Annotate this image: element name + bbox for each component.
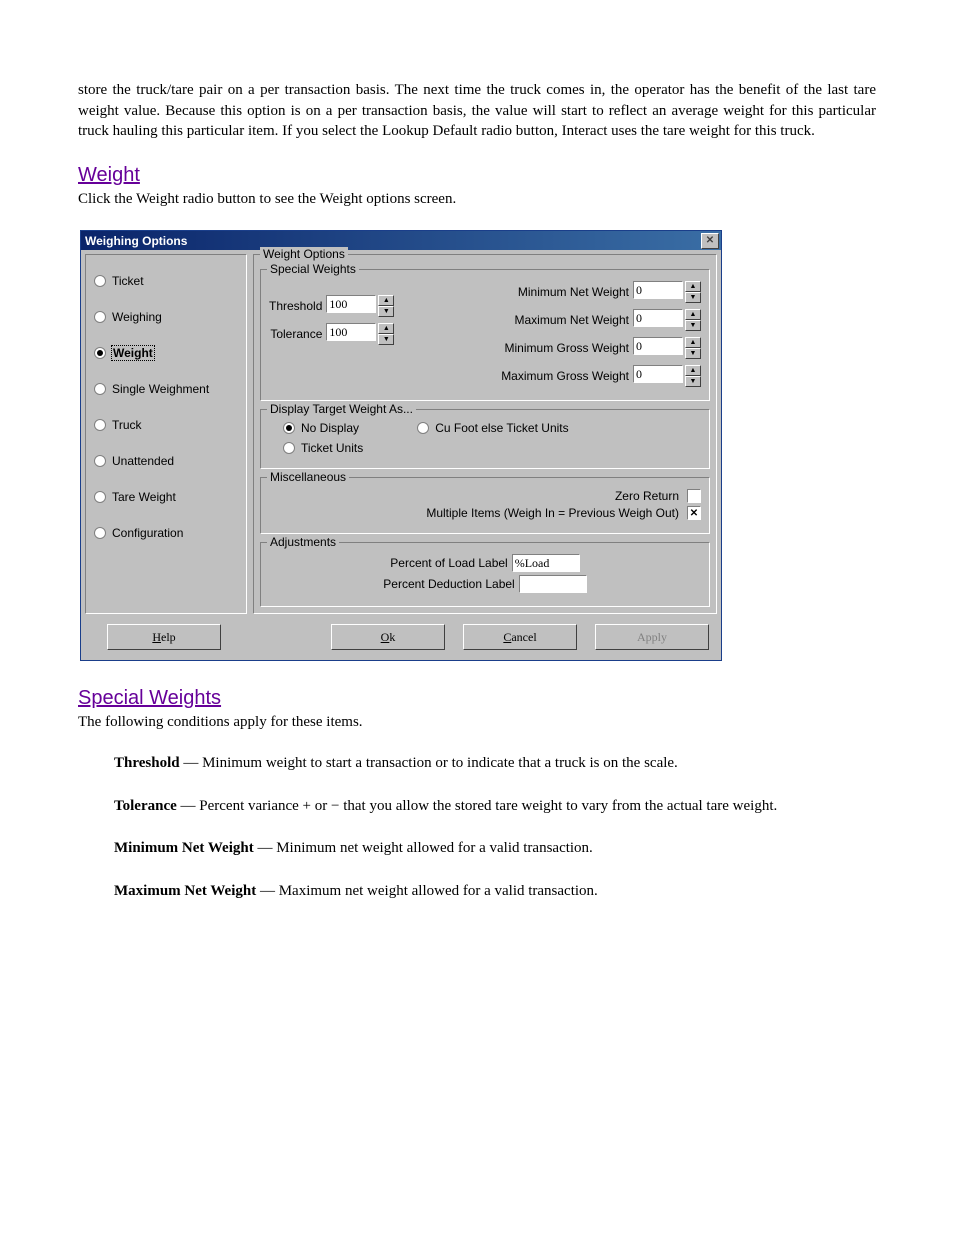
spin-up-icon[interactable]: ▲ bbox=[685, 309, 701, 320]
radio-no-display[interactable]: No Display bbox=[283, 421, 363, 435]
ok-button[interactable]: Ok bbox=[331, 624, 445, 650]
checkbox-zero-return[interactable] bbox=[687, 489, 701, 503]
heading-weight-sub: Click the Weight radio button to see the… bbox=[78, 191, 876, 208]
spin-down-icon[interactable]: ▼ bbox=[378, 306, 394, 317]
spin-up-icon[interactable]: ▲ bbox=[685, 337, 701, 348]
label-max-net: Maximum Net Weight bbox=[515, 313, 629, 327]
heading-special-sub: The following conditions apply for these… bbox=[78, 714, 876, 731]
label-pct-deduct: Percent Deduction Label bbox=[383, 577, 514, 591]
sidebar-item-unattended[interactable]: Unattended bbox=[94, 453, 238, 469]
radio-ticket-units[interactable]: Ticket Units bbox=[283, 441, 363, 455]
apply-button: Apply bbox=[595, 624, 709, 650]
group-miscellaneous: Miscellaneous Zero Return Multiple Items… bbox=[260, 477, 710, 534]
spin-down-icon[interactable]: ▼ bbox=[378, 334, 394, 345]
spin-up-icon[interactable]: ▲ bbox=[378, 323, 394, 334]
spin-up-icon[interactable]: ▲ bbox=[378, 295, 394, 306]
label-pct-load: Percent of Load Label bbox=[390, 556, 507, 570]
group-adjustments: Adjustments Percent of Load Label Percen… bbox=[260, 542, 710, 607]
sidebar-item-weight[interactable]: Weight bbox=[94, 345, 238, 361]
checkbox-multi-items[interactable]: ✕ bbox=[687, 506, 701, 520]
input-threshold[interactable] bbox=[326, 295, 376, 313]
spin-up-icon[interactable]: ▲ bbox=[685, 281, 701, 292]
cancel-label: ancel bbox=[511, 630, 536, 644]
sidebar-item-tare-weight[interactable]: Tare Weight bbox=[94, 489, 238, 505]
label-threshold: Threshold bbox=[269, 299, 322, 313]
list-item: Tolerance — Percent variance + or − that… bbox=[114, 796, 876, 817]
input-pct-load[interactable] bbox=[512, 554, 580, 572]
spin-down-icon[interactable]: ▼ bbox=[685, 292, 701, 303]
heading-special-weights: Special Weights bbox=[78, 687, 876, 710]
list-item: Maximum Net Weight — Maximum net weight … bbox=[114, 881, 876, 902]
sidebar-item-weighing[interactable]: Weighing bbox=[94, 309, 238, 325]
intro-paragraph: store the truck/tare pair on a per trans… bbox=[78, 80, 876, 142]
heading-weight: Weight bbox=[78, 164, 876, 187]
titlebar: Weighing Options ✕ bbox=[81, 231, 721, 250]
radio-cu-foot[interactable]: Cu Foot else Ticket Units bbox=[417, 421, 568, 435]
sidebar-item-single-weighment[interactable]: Single Weighment bbox=[94, 381, 238, 397]
label-zero-return: Zero Return bbox=[615, 489, 679, 503]
spin-up-icon[interactable]: ▲ bbox=[685, 365, 701, 376]
spin-down-icon[interactable]: ▼ bbox=[685, 320, 701, 331]
weighing-options-dialog: Weighing Options ✕ Ticket Weighing Weigh… bbox=[80, 230, 722, 661]
input-pct-deduct[interactable] bbox=[519, 575, 587, 593]
dialog-title: Weighing Options bbox=[85, 234, 187, 248]
group-display-target: Display Target Weight As... No Display T… bbox=[260, 409, 710, 469]
spin-down-icon[interactable]: ▼ bbox=[685, 348, 701, 359]
close-icon[interactable]: ✕ bbox=[701, 233, 719, 249]
input-max-gross[interactable] bbox=[633, 365, 683, 383]
cancel-button[interactable]: Cancel bbox=[463, 624, 577, 650]
spin-down-icon[interactable]: ▼ bbox=[685, 376, 701, 387]
input-tolerance[interactable] bbox=[326, 323, 376, 341]
input-min-gross[interactable] bbox=[633, 337, 683, 355]
group-weight-options: Weight Options Special Weights Threshold… bbox=[253, 254, 717, 614]
label-min-net: Minimum Net Weight bbox=[518, 285, 629, 299]
list-item: Threshold — Minimum weight to start a tr… bbox=[114, 753, 876, 774]
label-max-gross: Maximum Gross Weight bbox=[501, 369, 629, 383]
label-min-gross: Minimum Gross Weight bbox=[505, 341, 629, 355]
sidebar-radiolist: Ticket Weighing Weight Single Weighment … bbox=[85, 254, 247, 614]
group-special-weights: Special Weights Threshold ▲▼ Tolerance bbox=[260, 269, 710, 401]
label-tolerance: Tolerance bbox=[270, 327, 322, 341]
list-item: Minimum Net Weight — Minimum net weight … bbox=[114, 838, 876, 859]
help-button[interactable]: Help bbox=[107, 624, 221, 650]
input-min-net[interactable] bbox=[633, 281, 683, 299]
sidebar-item-ticket[interactable]: Ticket bbox=[94, 273, 238, 289]
sidebar-item-configuration[interactable]: Configuration bbox=[94, 525, 238, 541]
input-max-net[interactable] bbox=[633, 309, 683, 327]
help-label: elp bbox=[161, 630, 176, 644]
label-multi-items: Multiple Items (Weigh In = Previous Weig… bbox=[426, 506, 679, 520]
ok-label: k bbox=[389, 630, 395, 644]
sidebar-item-truck[interactable]: Truck bbox=[94, 417, 238, 433]
